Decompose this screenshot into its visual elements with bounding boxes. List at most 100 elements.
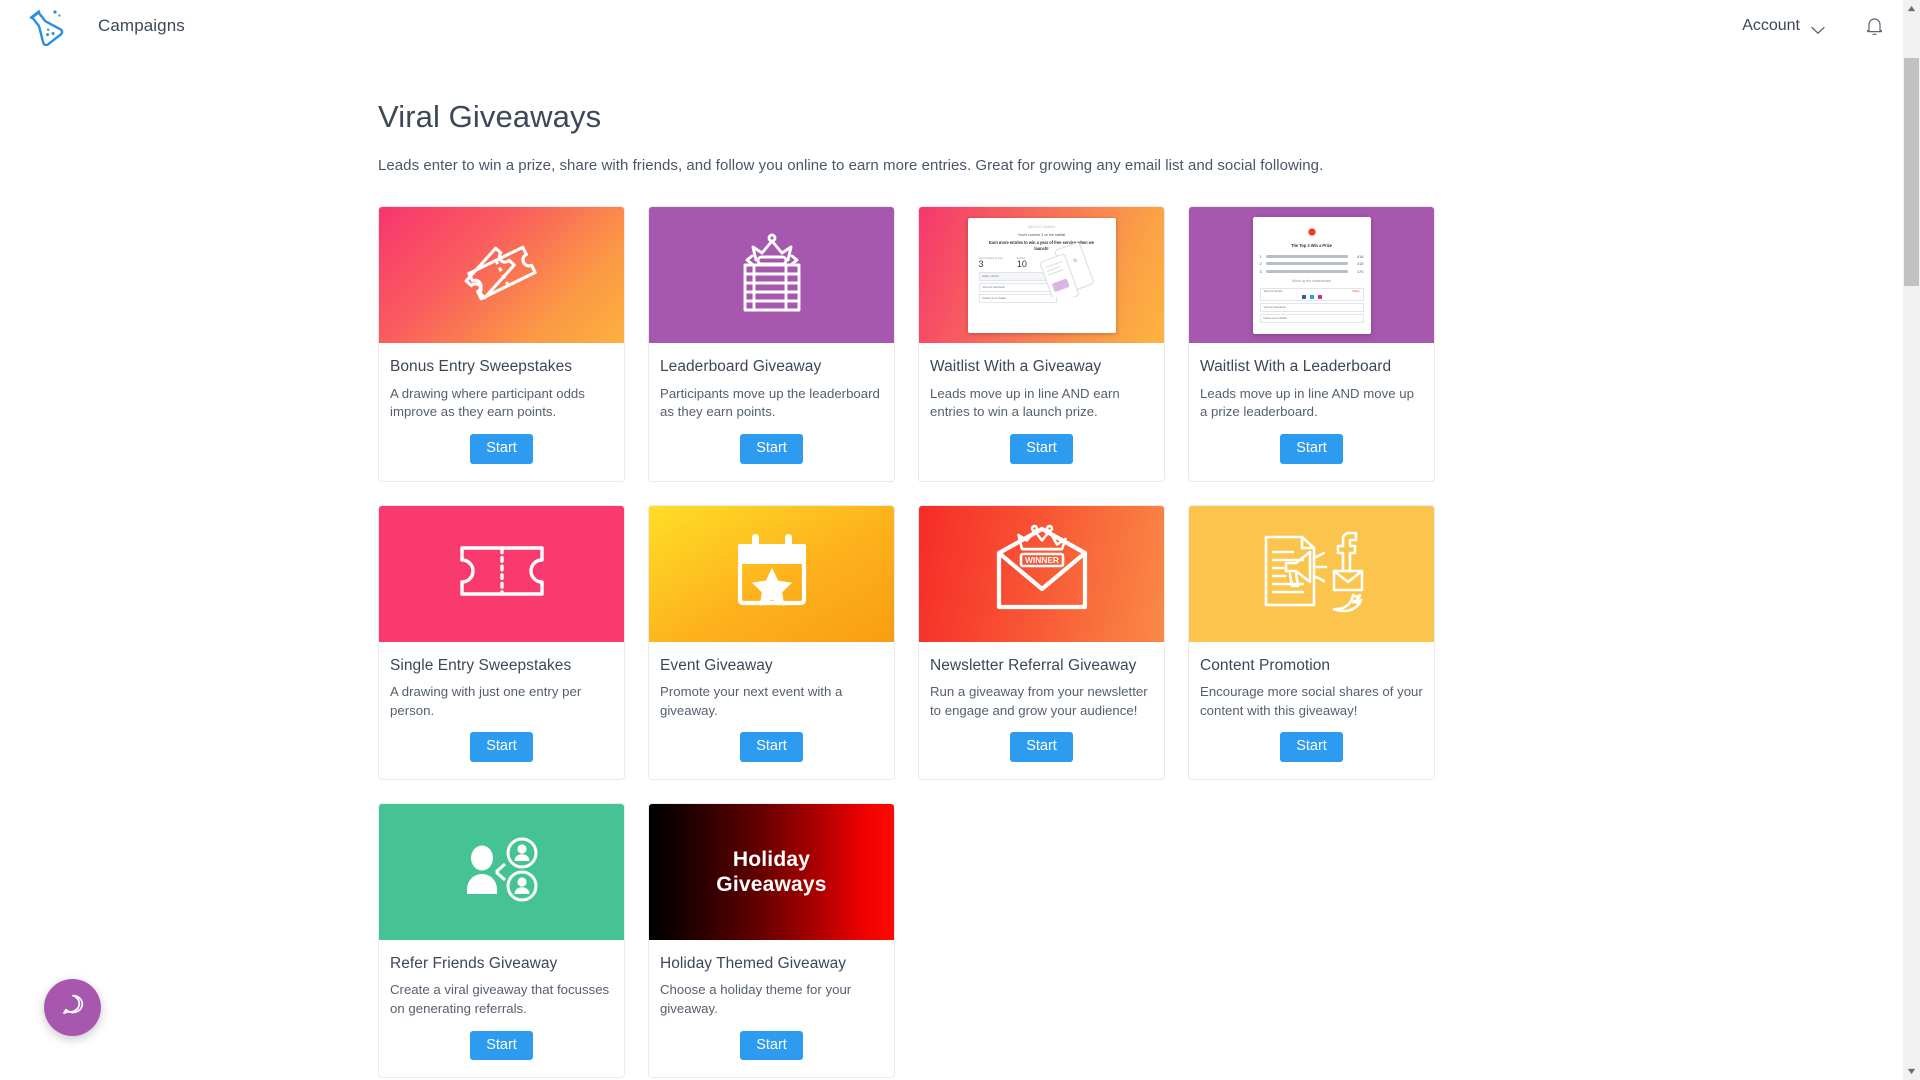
card-media [649, 207, 894, 344]
document-megaphone-social-icon [1252, 527, 1372, 620]
card-description: A drawing with just one entry per person… [390, 683, 582, 718]
card-title: Bonus Entry Sweepstakes [390, 358, 573, 376]
card-title: Event Giveaway [660, 656, 773, 674]
start-button[interactable]: Start [740, 1030, 803, 1061]
template-card[interactable]: Leaderboard Giveaway Participants move u… [648, 206, 895, 482]
card-title: Leaderboard Giveaway [660, 358, 822, 376]
card-title: Single Entry Sweepstakes [390, 656, 572, 674]
page-subtitle: Leads enter to win a prize, share with f… [378, 157, 1324, 175]
help-chat-launcher[interactable] [44, 979, 101, 1036]
card-title: Content Promotion [1200, 656, 1331, 674]
template-card[interactable]: Single Entry Sweepstakes A drawing with … [378, 504, 625, 780]
template-card[interactable]: The Top 3 Win a Prize 1 418 2 418 3 170 … [1188, 206, 1435, 482]
card-footer: Start [379, 1019, 624, 1077]
page-container: Viral Giveaways Leads enter to win a pri… [0, 52, 1905, 1079]
preview-row-expanded: Tell your friends Share [1259, 287, 1364, 301]
chat-bubble-icon [59, 991, 87, 1024]
card-footer: Start [919, 422, 1164, 480]
notification-bell-icon[interactable] [1865, 15, 1884, 37]
single-ticket-icon [450, 536, 554, 611]
preview-row: Follow us on Twitter [1259, 313, 1364, 323]
preview-stat2-value: 10 [1016, 259, 1027, 270]
preview-stat1-value: 3 [978, 259, 984, 270]
card-footer: Start [1189, 720, 1434, 778]
card-footer: Start [649, 1019, 894, 1077]
preview-rank-value: 418 [1356, 253, 1364, 259]
start-button[interactable]: Start [1280, 434, 1343, 464]
start-button[interactable]: Start [1010, 732, 1073, 762]
preview-rank-row: 2 418 [1260, 261, 1364, 266]
card-media [379, 505, 624, 642]
preview-rank-row: 3 170 [1260, 269, 1364, 274]
preview-rank-value: 170 [1356, 268, 1364, 274]
card-title: Waitlist With a Leaderboard [1200, 358, 1392, 376]
preview-subhead: Move up the leaderboard [1292, 278, 1331, 283]
card-description: Participants move up the leaderboard as … [660, 385, 880, 420]
start-button[interactable]: Start [1280, 732, 1343, 762]
preview-row: Visit our Facebook [1259, 302, 1364, 312]
card-title: Newsletter Referral Giveaway [930, 656, 1137, 674]
template-card[interactable]: Content Promotion Encourage more social … [1188, 504, 1435, 780]
start-button[interactable]: Start [740, 434, 803, 464]
template-card-grid: Bonus Entry Sweepstakes A drawing where … [378, 206, 1441, 1079]
account-menu-button[interactable]: Account [1742, 17, 1825, 35]
start-button[interactable]: Start [470, 732, 533, 762]
account-menu-label: Account [1742, 17, 1800, 34]
topbar-right-group: Account [1742, 15, 1920, 37]
crown-leaderboard-icon [724, 230, 820, 321]
chevron-down-icon [1811, 22, 1825, 34]
page-scrollbar[interactable] [1903, 0, 1920, 1080]
preview-rank-bar [1265, 269, 1348, 273]
preview-logo-dot [1260, 223, 1364, 241]
scroll-down-arrow-icon[interactable] [1903, 1063, 1920, 1080]
preview-rank-place: 3 [1259, 268, 1262, 274]
main-content-area: Viral Giveaways Leads enter to win a pri… [0, 52, 1905, 1080]
start-button[interactable]: Start [470, 1030, 533, 1061]
two-tickets-icon [452, 235, 552, 316]
topbar-left-group: Campaigns [0, 6, 185, 47]
card-title: Holiday Themed Giveaway [660, 954, 847, 972]
card-body: Waitlist With a Leaderboard Leads move u… [1189, 343, 1434, 422]
card-media: WINNER [919, 505, 1164, 642]
top-navigation-bar: Campaigns Account [0, 0, 1920, 52]
scrollbar-thumb[interactable] [1904, 58, 1919, 286]
preview-headline: The Top 3 Win a Prize [1291, 242, 1332, 248]
start-button[interactable]: Start [470, 434, 533, 464]
start-button[interactable]: Start [1010, 434, 1073, 464]
preview-share-label: Share [1352, 290, 1360, 294]
app-title: Campaigns [98, 16, 185, 35]
card-description: Leads move up in line AND earn entries t… [930, 385, 1120, 420]
referral-people-icon [456, 832, 548, 911]
card-title: Refer Friends Giveaway [390, 954, 558, 972]
template-card[interactable]: Event Giveaway Promote your next event w… [648, 504, 895, 780]
template-card[interactable]: WAITLIST LANDING You're number 3 on the … [918, 206, 1165, 482]
preview-rank-place: 1 [1259, 253, 1262, 259]
template-card[interactable]: WINNER Newsletter Referral Giveaway Run … [918, 504, 1165, 780]
preview-rank-bar [1265, 262, 1348, 266]
preview-brand-line: WAITLIST LANDING [1027, 224, 1056, 229]
card-footer: Start [379, 720, 624, 778]
preview-row-label: Tell your friends [1263, 290, 1283, 294]
preview-phones-illustration [1038, 242, 1100, 304]
start-button[interactable]: Start [740, 732, 803, 762]
card-media [379, 207, 624, 344]
card-media: Holiday Giveaways [649, 803, 894, 940]
card-description: Encourage more social shares of your con… [1200, 683, 1423, 718]
template-card[interactable]: Holiday Giveaways Holiday Themed Giveawa… [648, 802, 895, 1079]
card-media: WAITLIST LANDING You're number 3 on the … [919, 207, 1164, 344]
preview-rank-row: 1 418 [1260, 254, 1364, 259]
card-description: Leads move up in line AND move up a priz… [1200, 385, 1414, 420]
card-description: Create a viral giveaway that focusses on… [390, 982, 610, 1016]
card-footer: Start [649, 422, 894, 480]
card-body: Bonus Entry Sweepstakes A drawing where … [379, 343, 624, 422]
card-footer: Start [379, 422, 624, 480]
scroll-up-arrow-icon[interactable] [1903, 0, 1920, 17]
template-card[interactable]: Bonus Entry Sweepstakes A drawing where … [378, 206, 625, 482]
template-card[interactable]: Refer Friends Giveaway Create a viral gi… [378, 802, 625, 1079]
card-media [1189, 505, 1434, 642]
preview-subhead: You're number 3 on the waitlist [1017, 232, 1066, 238]
beaker-flask-icon[interactable] [22, 6, 66, 47]
card-body: Waitlist With a Giveaway Leads move up i… [919, 343, 1164, 422]
preview-rank-bar [1265, 254, 1348, 258]
card-description: Promote your next event with a giveaway. [660, 683, 843, 718]
